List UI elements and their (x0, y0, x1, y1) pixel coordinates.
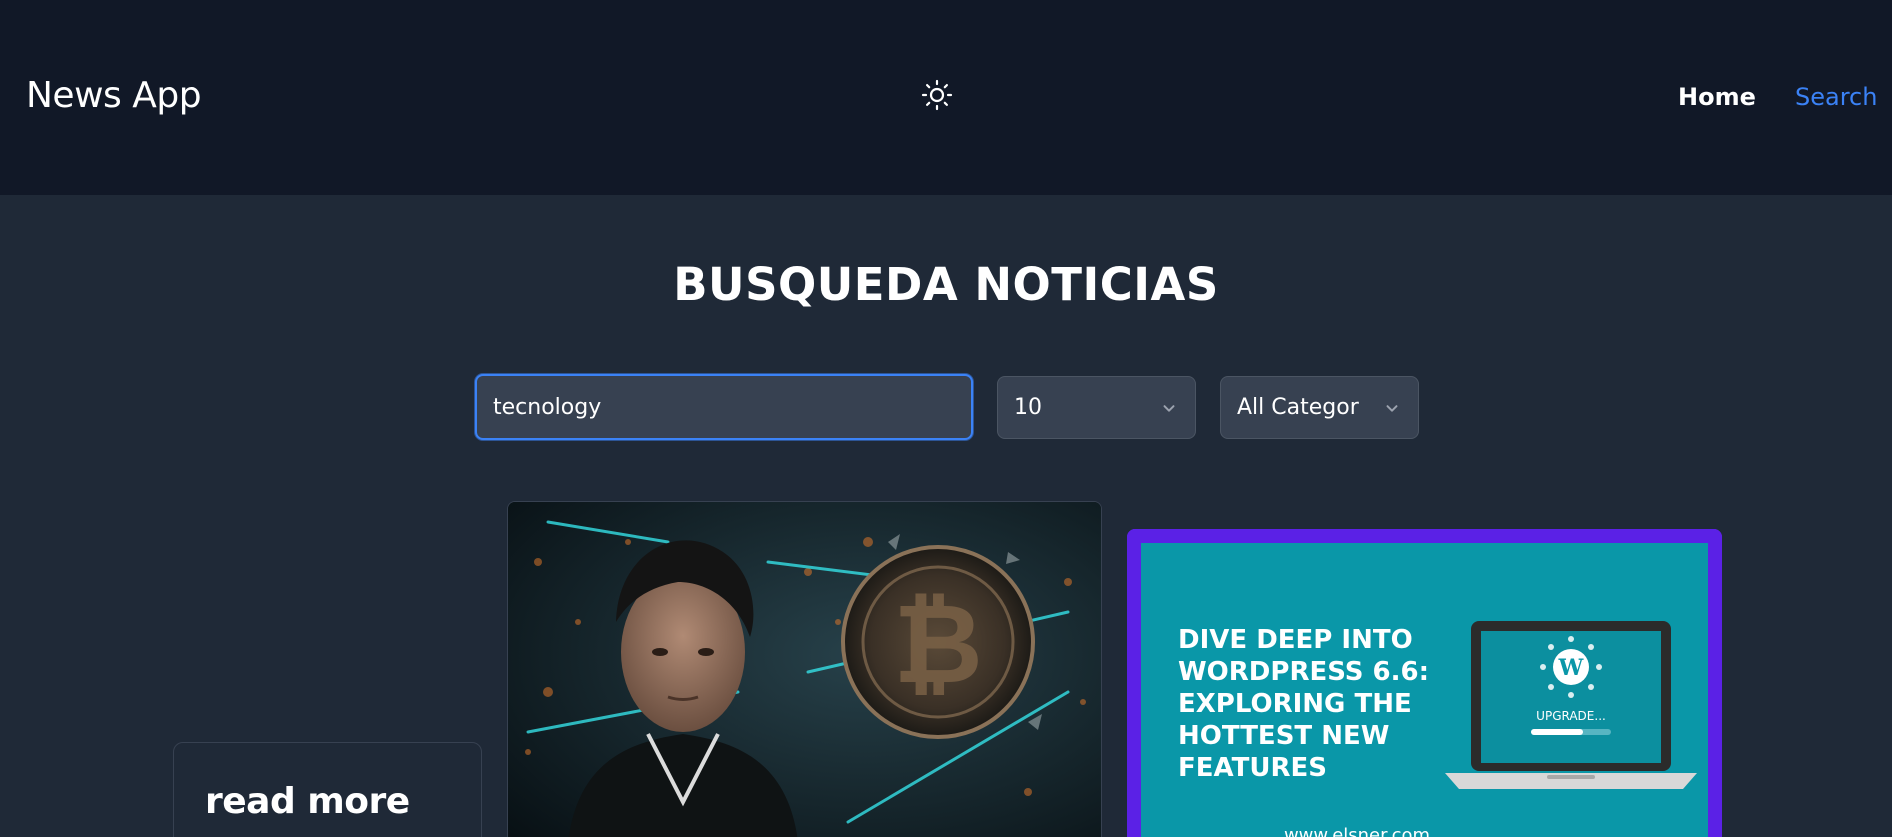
wp-text-line-2: WORDPRESS 6.6: (1178, 657, 1429, 687)
page-size-select[interactable]: 10 (997, 376, 1196, 439)
svg-text:W: W (1558, 655, 1584, 681)
wp-footer-url: www.elsner.com (1284, 825, 1430, 837)
category-value: All Categories (1237, 395, 1359, 420)
svg-text:₿: ₿ (893, 580, 983, 708)
navbar: News App Home Search (0, 0, 1892, 195)
category-select[interactable]: All Categories (1220, 376, 1419, 439)
nav-link-home[interactable]: Home (1678, 83, 1756, 111)
laptop-icon: W UPGRADE... (1445, 621, 1697, 789)
news-card: read more (173, 742, 482, 837)
page-title: BUSQUEDA NOTICIAS (673, 258, 1219, 311)
brand-title[interactable]: News App (26, 75, 202, 116)
chevron-down-icon (1382, 398, 1402, 418)
news-image-wordpress[interactable]: DIVE DEEP INTO WORDPRESS 6.6: EXPLORING … (1127, 529, 1722, 837)
wp-text-line-4: HOTTEST NEW (1178, 721, 1389, 751)
wp-text-line-1: DIVE DEEP INTO (1178, 625, 1413, 655)
theme-toggle-button[interactable] (920, 79, 954, 115)
wp-text-line-3: EXPLORING THE (1178, 689, 1412, 719)
wp-text-line-5: FEATURES (1178, 753, 1327, 783)
news-image-bitcoin[interactable]: ₿ (507, 501, 1102, 837)
nav-link-search[interactable]: Search (1795, 83, 1877, 111)
page-size-value: 10 (1014, 395, 1042, 420)
wp-upgrade-label: UPGRADE... (1536, 709, 1606, 723)
search-input[interactable] (475, 374, 973, 440)
sun-icon (921, 79, 953, 115)
read-more-link[interactable]: read more (205, 781, 410, 822)
chevron-down-icon (1159, 398, 1179, 418)
